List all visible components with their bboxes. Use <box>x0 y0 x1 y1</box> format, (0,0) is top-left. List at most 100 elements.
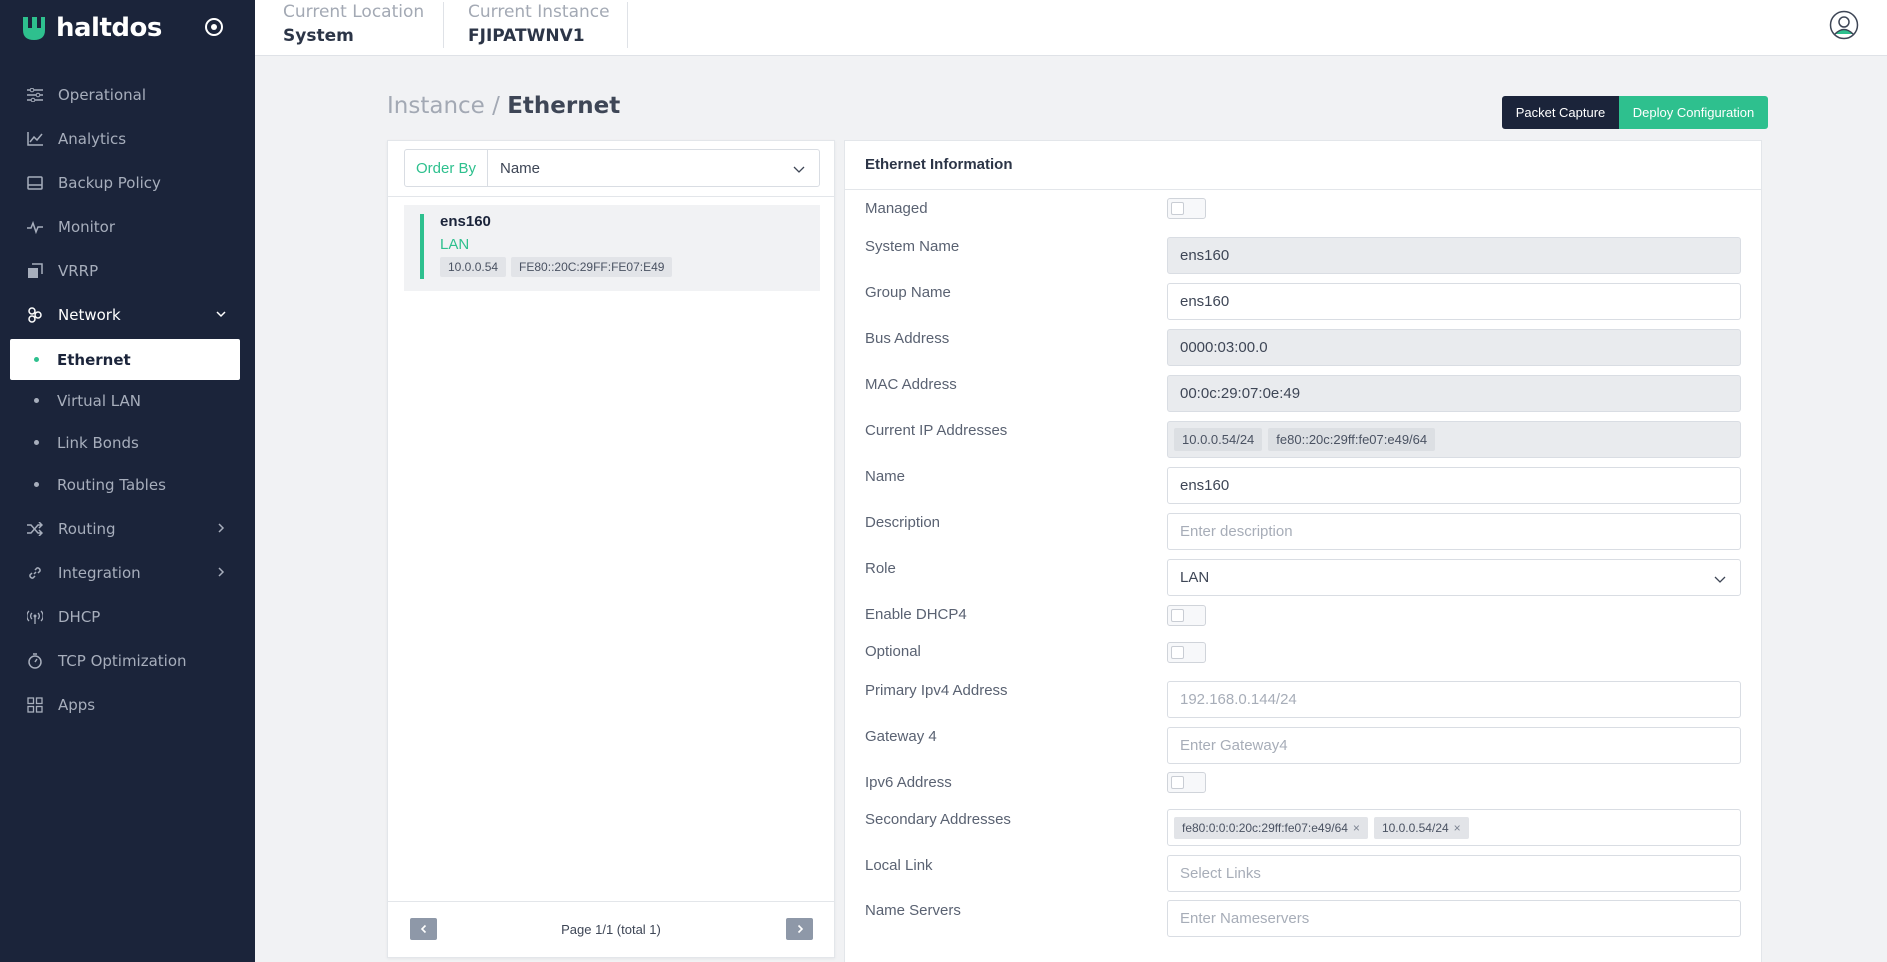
timer-icon <box>26 652 44 670</box>
local-link-label: Local Link <box>865 857 933 874</box>
secondary-addresses-label: Secondary Addresses <box>865 811 1011 828</box>
bus-address-field: 0000:03:00.0 <box>1167 329 1741 366</box>
gateway4-input[interactable] <box>1180 737 1728 754</box>
current-location-label: Current Location <box>283 2 425 22</box>
sidebar-subitem-ethernet[interactable]: Ethernet <box>10 339 240 380</box>
name-input[interactable] <box>1180 477 1728 494</box>
name-servers-label: Name Servers <box>865 902 961 919</box>
sidebar-item-label: Operational <box>58 86 147 104</box>
remove-chip-icon[interactable]: × <box>1454 821 1461 835</box>
address-chip[interactable]: 10.0.0.54/24 × <box>1373 816 1469 839</box>
sidebar-item-dhcp[interactable]: DHCP <box>0 597 255 637</box>
name-field[interactable] <box>1167 467 1741 504</box>
shuffle-icon <box>26 520 44 538</box>
group-name-field[interactable] <box>1167 283 1741 320</box>
list-item[interactable]: ens160 LAN 10.0.0.54 FE80::20C:29FF:FE07… <box>404 205 820 291</box>
ipv6-tag: FE80::20C:29FF:FE07:E49 <box>511 257 673 277</box>
primary-ipv4-input[interactable] <box>1180 691 1728 708</box>
local-link-select[interactable]: Select Links <box>1167 855 1741 892</box>
breadcrumb-parent[interactable]: Instance <box>387 93 485 119</box>
primary-ipv4-label: Primary Ipv4 Address <box>865 682 1008 699</box>
logo[interactable]: haltdos <box>0 0 255 56</box>
sidebar-item-integration[interactable]: Integration <box>0 553 255 593</box>
sidebar-item-routing[interactable]: Routing <box>0 509 255 549</box>
order-by-value[interactable]: Name <box>488 150 819 186</box>
sidebar-item-operational[interactable]: Operational <box>0 75 255 115</box>
managed-toggle[interactable] <box>1167 198 1206 219</box>
sidebar-item-vrrp[interactable]: VRRP <box>0 251 255 291</box>
deploy-configuration-button[interactable]: Deploy Configuration <box>1619 96 1768 129</box>
primary-ipv4-field[interactable] <box>1167 681 1741 718</box>
name-label: Name <box>865 468 906 485</box>
breadcrumb-separator: / <box>492 93 500 119</box>
current-instance[interactable]: Current Instance FJIPATWNV1 <box>468 2 610 46</box>
current-ip-label: Current IP Addresses <box>865 422 1008 439</box>
name-servers-input[interactable] <box>1180 910 1728 927</box>
order-by-select[interactable]: Order By Name <box>404 149 820 187</box>
next-page-button[interactable] <box>786 918 813 940</box>
bullet-icon <box>34 482 39 487</box>
bus-address-label: Bus Address <box>865 330 950 347</box>
sidebar-item-backup-policy[interactable]: Backup Policy <box>0 163 255 203</box>
bullet-icon <box>34 357 39 362</box>
interface-role: LAN <box>440 236 470 253</box>
antenna-icon <box>26 608 44 626</box>
haltdos-logo-icon <box>23 17 45 40</box>
gateway4-field[interactable] <box>1167 727 1741 764</box>
sidebar-item-network[interactable]: Network <box>0 295 255 335</box>
hard-drive-icon <box>26 174 44 192</box>
address-chip[interactable]: fe80:0:0:0:20c:29ff:fe07:e49/64 × <box>1174 816 1368 839</box>
current-location-value: System <box>283 26 354 46</box>
sidebar-item-label: Routing <box>58 520 116 538</box>
grid-icon <box>26 696 44 714</box>
enable-dhcp4-toggle[interactable] <box>1167 605 1206 626</box>
sidebar-item-label: Integration <box>58 564 141 582</box>
divider <box>388 901 834 902</box>
chip-label: fe80:0:0:0:20c:29ff:fe07:e49/64 <box>1182 820 1348 835</box>
current-ip-field: 10.0.0.54/24 fe80::20c:29ff:fe07:e49/64 <box>1167 421 1741 458</box>
enable-dhcp4-label: Enable DHCP4 <box>865 606 967 623</box>
sidebar-item-apps[interactable]: Apps <box>0 685 255 725</box>
sidebar-item-tcp-optimization[interactable]: TCP Optimization <box>0 641 255 681</box>
packet-capture-button[interactable]: Packet Capture <box>1502 96 1619 129</box>
sidebar-item-label: Virtual LAN <box>57 391 141 410</box>
ipv6-address-toggle[interactable] <box>1167 772 1206 793</box>
chevron-down-icon <box>793 166 805 173</box>
remove-chip-icon[interactable]: × <box>1353 821 1360 835</box>
current-location[interactable]: Current Location System <box>283 2 424 46</box>
order-by-selected: Name <box>500 159 541 177</box>
divider <box>443 2 444 48</box>
divider <box>845 189 1761 190</box>
sidebar-subitem-virtual-lan[interactable]: Virtual LAN <box>10 380 240 421</box>
mac-address-field: 00:0c:29:07:0e:49 <box>1167 375 1741 412</box>
description-field[interactable] <box>1167 513 1741 550</box>
system-name-label: System Name <box>865 238 960 255</box>
sidebar-item-label: TCP Optimization <box>58 652 187 670</box>
group-name-input[interactable] <box>1180 293 1728 310</box>
sidebar-item-monitor[interactable]: Monitor <box>0 207 255 247</box>
sidebar-item-label: Backup Policy <box>58 174 161 192</box>
sidebar-item-label: Network <box>58 306 121 324</box>
brand-name: haltdos <box>56 13 162 43</box>
description-label: Description <box>865 514 941 531</box>
name-servers-field[interactable] <box>1167 900 1741 937</box>
current-instance-label: Current Instance <box>468 2 610 22</box>
role-select[interactable]: LAN <box>1167 559 1741 596</box>
optional-toggle[interactable] <box>1167 642 1206 663</box>
divider <box>627 2 628 48</box>
sidebar-item-label: Monitor <box>58 218 116 236</box>
ipv4-tag: 10.0.0.54 <box>440 257 507 277</box>
user-avatar-icon[interactable] <box>1829 10 1859 40</box>
sidebar-subitem-link-bonds[interactable]: Link Bonds <box>10 422 240 463</box>
sidebar-item-analytics[interactable]: Analytics <box>0 119 255 159</box>
description-input[interactable] <box>1180 523 1728 540</box>
copy-icon <box>26 262 44 280</box>
sidebar-item-label: Ethernet <box>57 350 131 369</box>
ip-tag: fe80::20c:29ff:fe07:e49/64 <box>1268 428 1436 451</box>
optional-label: Optional <box>865 643 921 660</box>
secondary-addresses-field[interactable]: fe80:0:0:0:20c:29ff:fe07:e49/64 × 10.0.0.… <box>1167 809 1741 846</box>
chevron-right-icon <box>218 523 225 533</box>
sidebar-item-label: Apps <box>58 696 96 714</box>
settings-target-icon[interactable] <box>203 16 225 38</box>
sidebar-subitem-routing-tables[interactable]: Routing Tables <box>10 464 240 505</box>
